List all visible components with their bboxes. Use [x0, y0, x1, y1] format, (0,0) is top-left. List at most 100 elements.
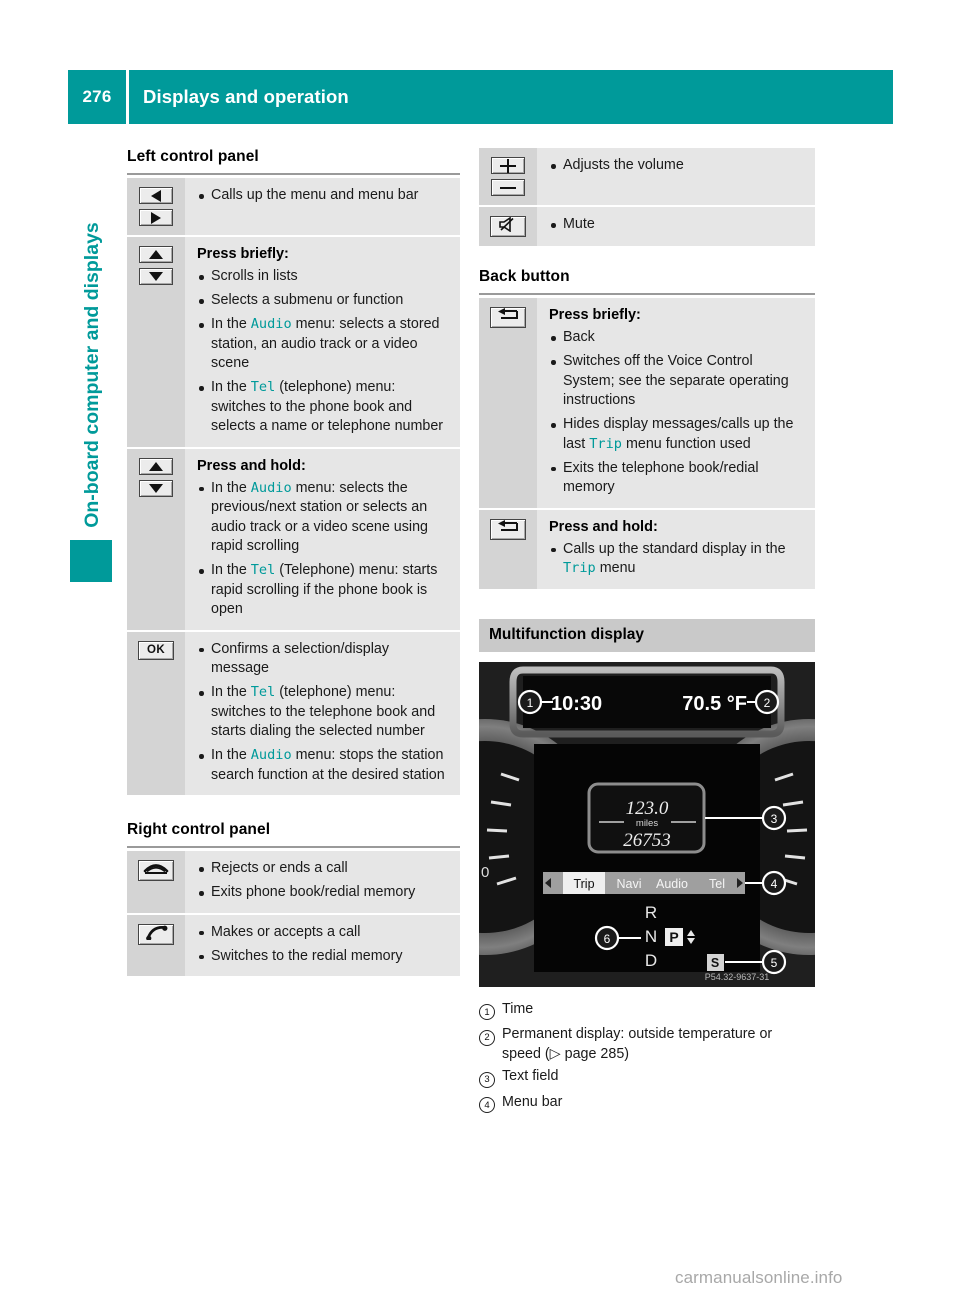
bullet-text: Calls up the standard display in the [563, 540, 786, 557]
phone-handset-glyph [143, 924, 169, 945]
legend-text: Text field [502, 1068, 559, 1084]
icon-cell [127, 448, 185, 630]
svg-text:2: 2 [764, 696, 771, 710]
cluster-odometer: 26753 [623, 830, 671, 851]
svg-text:3: 3 [771, 812, 778, 826]
row-subheading: Press briefly: [197, 246, 289, 262]
cluster-illustration: 0 10:30 70.5 °F 123.0 miles 26753 Trip N… [479, 661, 815, 987]
icon-cell [479, 509, 537, 589]
bullet-item: Exits phone book/redial memory [197, 883, 450, 903]
bullet-item: Rejects or ends a call [197, 859, 450, 879]
back-button-icon [490, 307, 526, 328]
triangle-right [151, 211, 161, 224]
bullet-list: Confirms a selection/display message In t… [197, 640, 450, 786]
bullet-text: Switches to the redial memory [211, 947, 403, 964]
mute-button-icon [490, 216, 526, 237]
bullet-list: In the Audio menu: selects the previous/… [197, 479, 450, 620]
description-cell: Mute [537, 207, 815, 246]
bullet-text: In the [211, 379, 251, 395]
row-subheading: Press and hold: [549, 518, 658, 535]
phone-handset-down-glyph [143, 861, 169, 880]
icon-cell [127, 914, 185, 976]
description-cell: Calls up the menu and menu bar [185, 178, 460, 235]
bullet-item: In the Audio menu: stops the station sea… [197, 746, 450, 785]
bullet-text: Makes or accepts a call [211, 923, 361, 940]
row-subheading: Press briefly: [549, 307, 641, 323]
svg-text:0: 0 [481, 864, 489, 881]
svg-text:4: 4 [771, 877, 778, 891]
bullet-item: Switches to the redial memory [197, 947, 450, 967]
section-rule [127, 173, 460, 175]
legend-text: Permanent display: outside temperature o… [502, 1026, 773, 1062]
left-control-panel-table: Calls up the menu and menu bar Press brie… [127, 178, 460, 795]
bullet-text: Exits phone book/redial memory [211, 884, 416, 900]
section-title-right-control-panel: Right control panel [127, 821, 271, 838]
triangle-down [149, 483, 163, 493]
bullet-text: In the [211, 562, 251, 578]
svg-text:5: 5 [771, 956, 778, 970]
bullet-item: In the Tel (telephone) menu: switches to… [197, 683, 450, 742]
bullet-list: Calls up the menu and menu bar [197, 186, 450, 206]
bullet-text: Mute [563, 216, 595, 232]
legend-row: 3 Text field [479, 1067, 815, 1090]
left-column: Left control panel Calls up the menu and… [127, 148, 460, 976]
description-cell: Press briefly: Scrolls in lists Selects a … [185, 237, 460, 447]
bullet-text: Scrolls in lists [211, 268, 298, 284]
menu-term: Trip [589, 435, 622, 452]
instrument-cluster-photo: 0 10:30 70.5 °F 123.0 miles 26753 Trip N… [479, 661, 815, 987]
legend-text: Menu bar [502, 1093, 563, 1110]
legend-row: 2 Permanent display: outside temperature … [479, 1025, 815, 1064]
chapter-tab-marker [70, 540, 112, 582]
bullet-item: Scrolls in lists [197, 267, 450, 287]
cluster-trip-unit: miles [636, 818, 658, 829]
bullet-text: In the [211, 684, 251, 700]
legend-circle-number: 3 [479, 1071, 495, 1088]
svg-text:6: 6 [604, 932, 611, 946]
page-header: 276 Displays and operation [68, 70, 893, 124]
speaker-muted-glyph [498, 216, 518, 237]
description-cell: Press and hold: In the Audio menu: select… [185, 448, 460, 630]
manual-page: 276 Displays and operation On-board comp… [0, 0, 960, 1302]
table-row: Rejects or ends a call Exits phone book/r… [127, 851, 460, 915]
legend-number: 3 [479, 1067, 502, 1090]
bullet-text: In the [211, 747, 251, 763]
bullet-item: Exits the telephone book/redial memory [549, 459, 805, 498]
legend-number: 4 [479, 1093, 502, 1116]
menu-term: Audio [250, 479, 292, 496]
cluster-sport-badge: S [711, 956, 719, 970]
right-column: Adjusts the volume Mute Back button Press… [479, 148, 815, 1118]
photo-reference-code: P54.32-9637-31 [705, 972, 770, 982]
bullet-item: Calls up the standard display in the Tri… [549, 540, 805, 579]
legend-number: 1 [479, 1000, 502, 1023]
menu-term: Tel [250, 562, 276, 578]
menu-term: Tel [250, 379, 276, 395]
row-subheading: Press and hold: [197, 457, 306, 474]
back-arrow-glyph [496, 308, 520, 327]
page-title: Displays and operation [129, 70, 893, 124]
description-cell: Rejects or ends a call Exits phone book/r… [185, 851, 460, 913]
bullet-list: Makes or accepts a call Switches to the r… [197, 923, 450, 967]
legend-text: Time [502, 1000, 534, 1017]
phone-call-icon [138, 923, 174, 945]
arrow-down-icon [139, 268, 173, 285]
bullet-item: Makes or accepts a call [197, 923, 450, 943]
description-cell: Adjusts the volume [537, 148, 815, 205]
cluster-menu-audio: Audio [656, 877, 688, 891]
cluster-temperature: 70.5 °F [682, 693, 747, 715]
cluster-gear-p: P [669, 929, 678, 945]
cluster-trip-distance: 123.0 [626, 798, 669, 819]
bullet-text: Adjusts the volume [563, 157, 684, 173]
section-title-left-control-panel: Left control panel [127, 148, 259, 165]
legend-row: 4 Menu bar [479, 1093, 815, 1116]
triangle-up [149, 461, 163, 471]
table-row: Makes or accepts a call Switches to the r… [127, 914, 460, 976]
figure-legend: 1 Time 2 Permanent display: outside tempera… [479, 1000, 815, 1116]
icon-cell [479, 207, 537, 246]
cluster-menu-tel: Tel [709, 877, 725, 891]
chapter-tab: On-board computer and displays [74, 175, 110, 575]
table-row: Mute [479, 207, 815, 246]
phone-hangup-icon [138, 860, 174, 881]
section-title-back-button: Back button [479, 268, 570, 285]
arrow-down-icon [139, 479, 173, 497]
legend-number: 2 [479, 1025, 502, 1048]
